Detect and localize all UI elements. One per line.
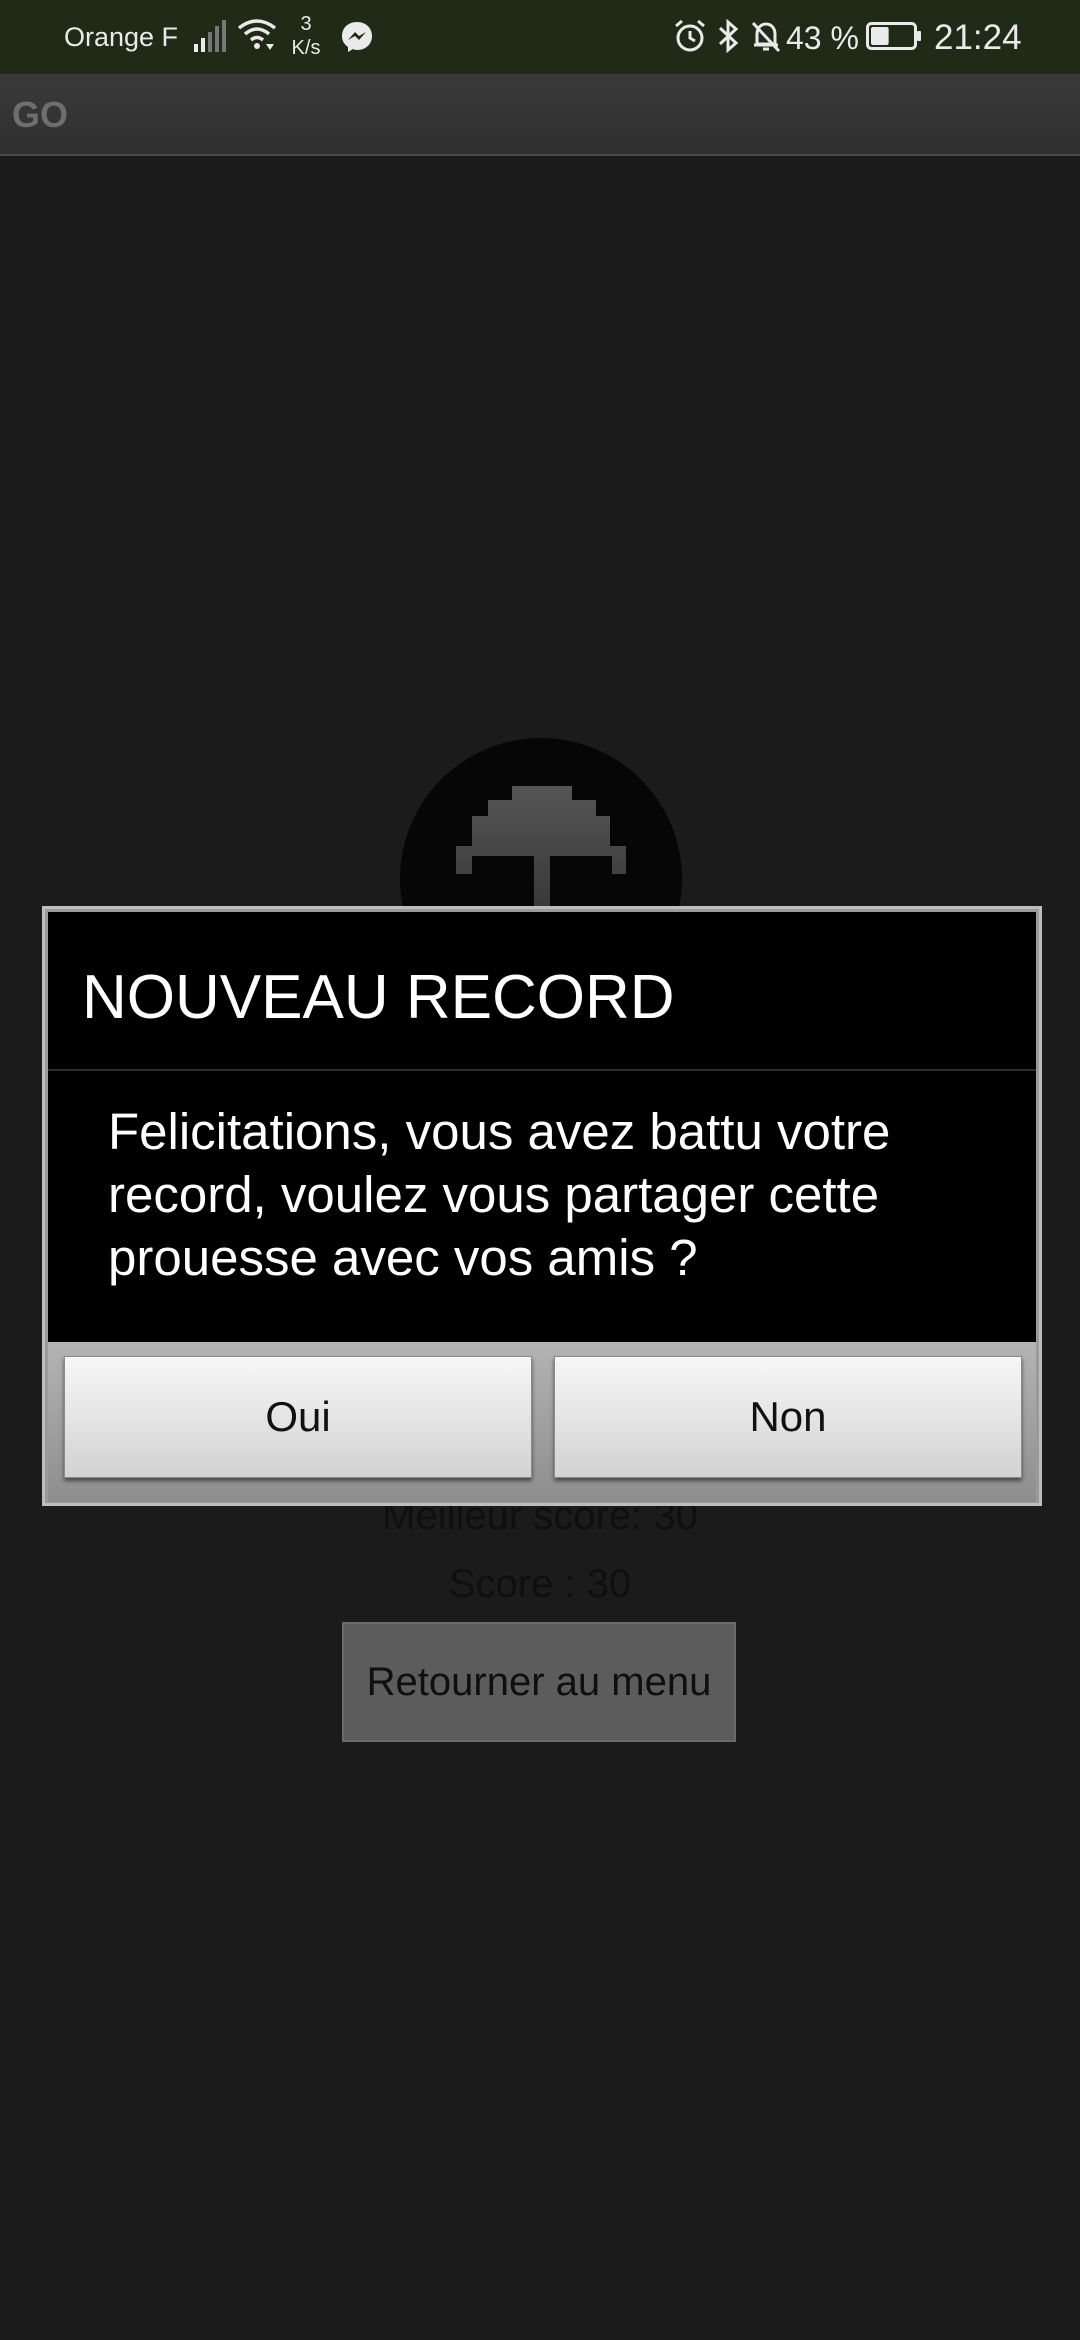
- app-bar: GO: [0, 74, 1080, 156]
- signal-icon: [194, 20, 226, 52]
- network-speed-unit: K/s: [291, 37, 321, 59]
- bluetooth-icon: [718, 18, 739, 54]
- yes-button[interactable]: Oui: [64, 1356, 532, 1478]
- app-title: GO: [12, 94, 69, 135]
- dialog-message: Felicitations, vous avez battu votre rec…: [108, 1103, 891, 1286]
- battery-icon: [866, 22, 921, 50]
- battery-percent: 43 %: [786, 20, 859, 56]
- notifications-off-icon: [751, 21, 781, 53]
- carrier-name: Orange F: [64, 22, 179, 52]
- status-bar: Orange F 3 K/s 43 % 21:24: [0, 0, 1080, 74]
- new-record-dialog: NOUVEAU RECORD Felicitations, vous avez …: [42, 906, 1042, 1506]
- alarm-icon: [675, 19, 705, 52]
- current-score: Score : 30: [448, 1562, 632, 1606]
- wifi-icon: [237, 19, 277, 50]
- dialog-content: NOUVEAU RECORD Felicitations, vous avez …: [48, 912, 1036, 1342]
- clock: 21:24: [934, 18, 1022, 57]
- dialog-divider: [48, 1069, 1036, 1071]
- dialog-button-bar: Oui Non: [48, 1342, 1036, 1502]
- dialog-title: NOUVEAU RECORD: [82, 963, 675, 1032]
- messenger-icon: [342, 22, 372, 52]
- network-speed: 3 K/s: [290, 12, 322, 60]
- return-to-menu-button[interactable]: Retourner au menu: [342, 1622, 736, 1742]
- no-button[interactable]: Non: [554, 1356, 1022, 1478]
- network-speed-value: 3: [300, 13, 312, 35]
